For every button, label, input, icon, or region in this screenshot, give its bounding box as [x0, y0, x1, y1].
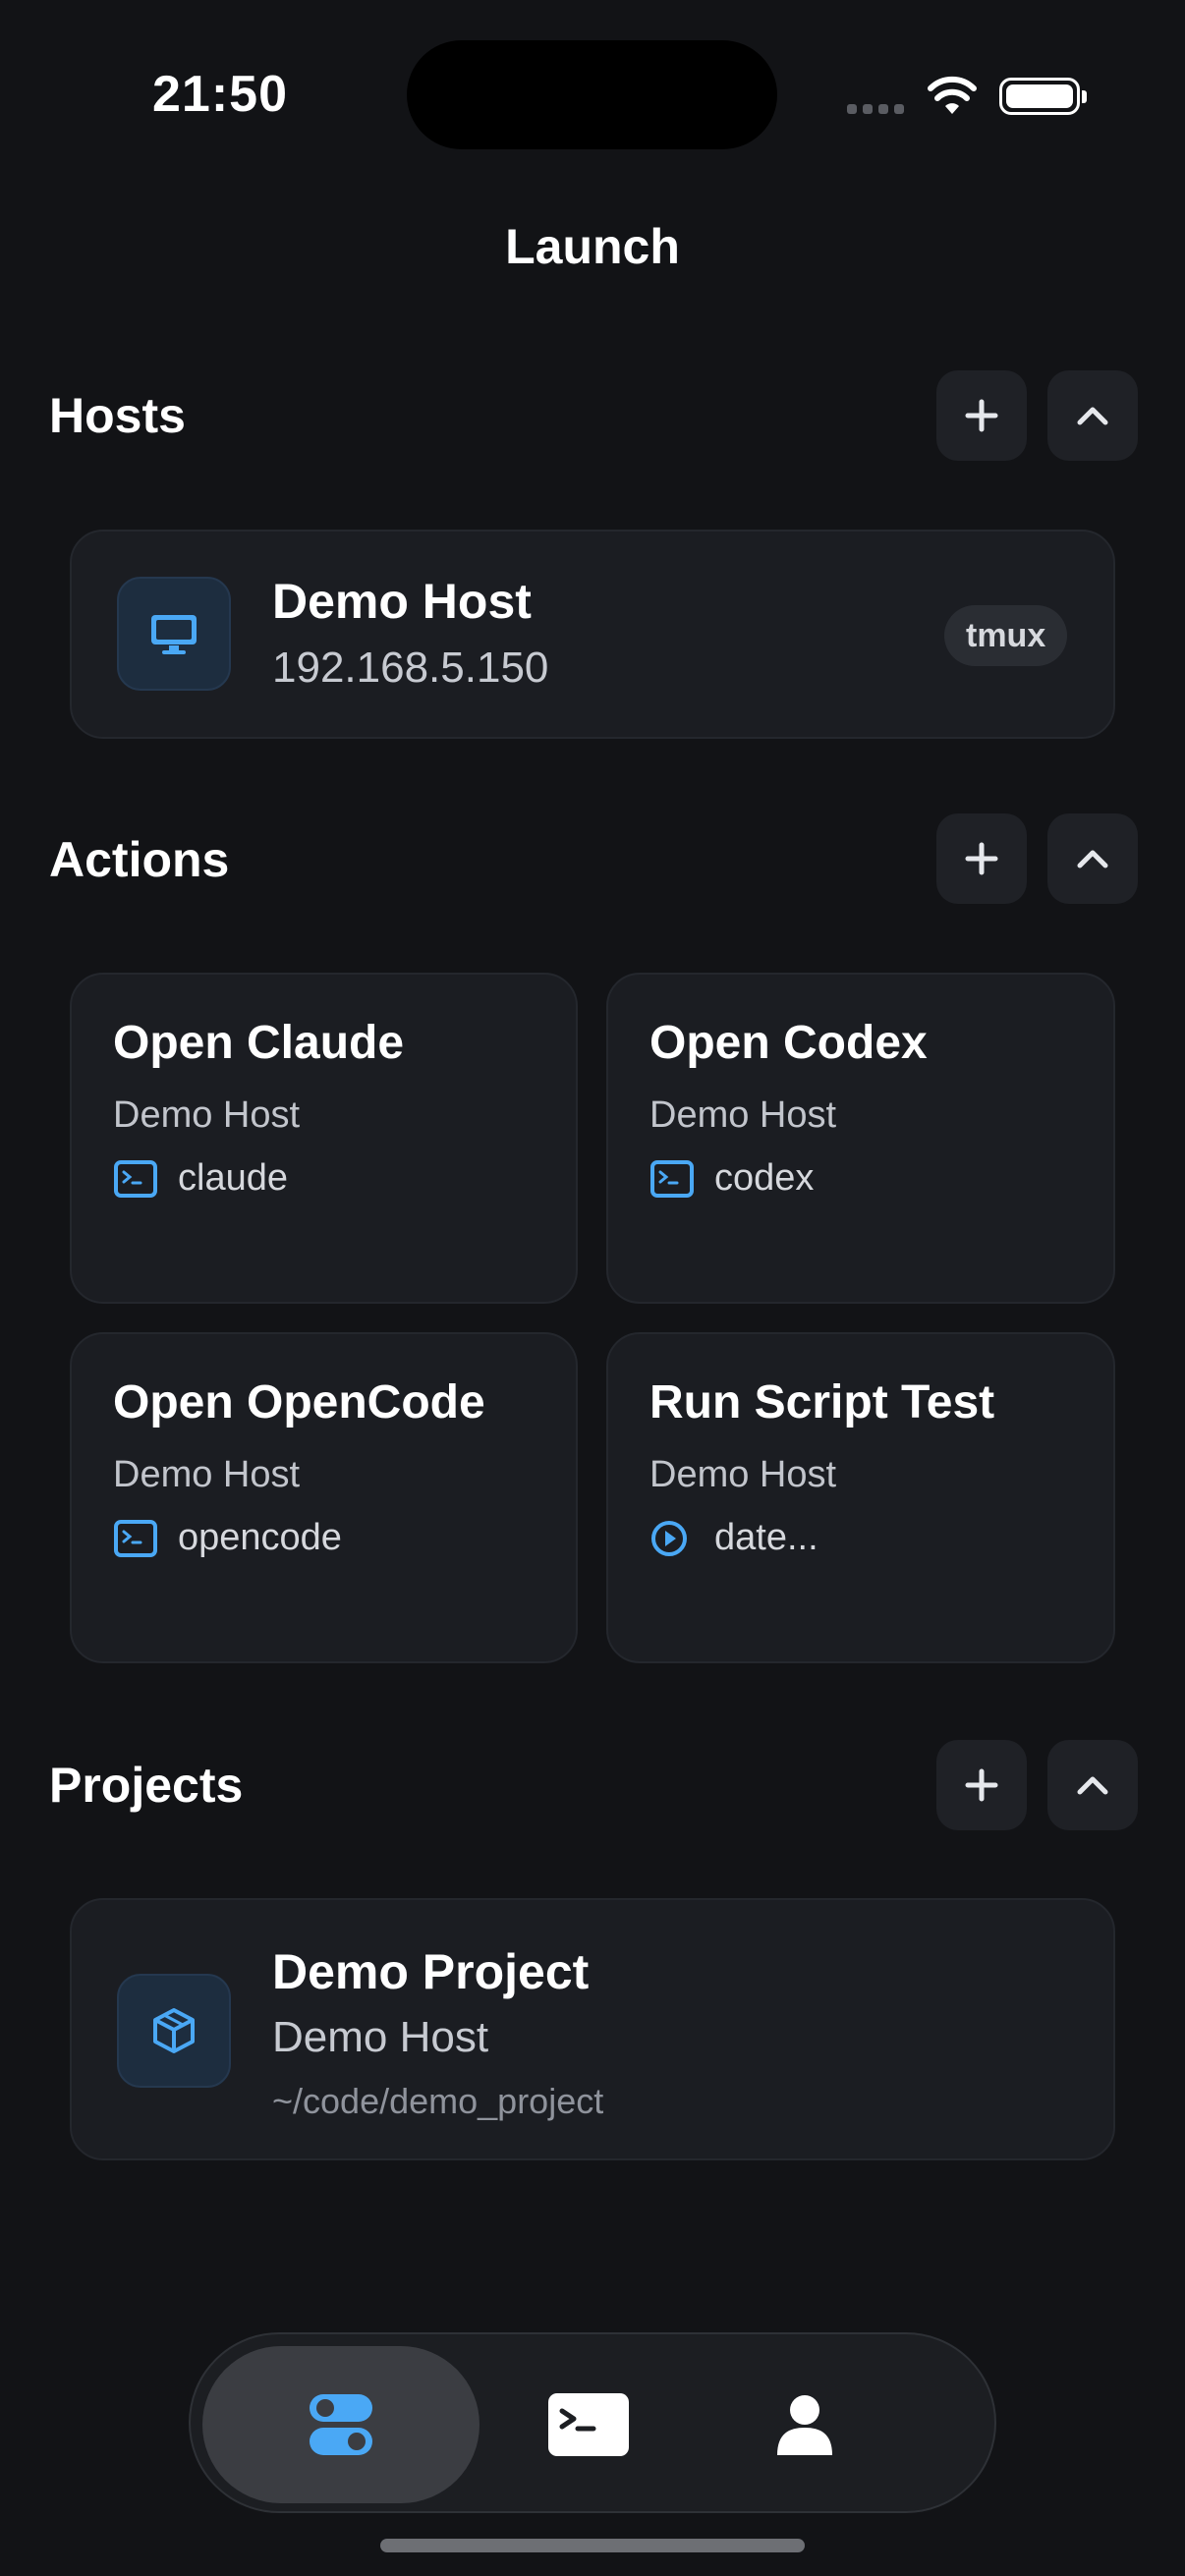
plus-icon — [965, 399, 998, 432]
wifi-icon — [928, 76, 977, 114]
cellular-signal-icon — [847, 104, 904, 114]
action-card-run-script-test[interactable]: Run Script Test Demo Host date... — [606, 1332, 1115, 1663]
collapse-hosts-button[interactable] — [1047, 370, 1138, 461]
plus-icon — [965, 842, 998, 875]
plus-icon — [965, 1768, 998, 1802]
terminal-icon — [650, 1159, 694, 1198]
chevron-up-icon — [1077, 407, 1108, 425]
action-title: Open Claude — [113, 1017, 405, 1069]
play-circle-icon — [651, 1520, 687, 1556]
action-command: date... — [649, 1517, 818, 1559]
section-title-actions: Actions — [49, 832, 230, 887]
page-title: Launch — [505, 219, 680, 274]
collapse-projects-button[interactable] — [1047, 1740, 1138, 1830]
action-card-open-codex[interactable]: Open Codex Demo Host codex — [606, 973, 1115, 1304]
action-command: opencode — [113, 1517, 342, 1559]
terminal-icon — [114, 1519, 157, 1557]
action-host: Demo Host — [113, 1454, 301, 1495]
host-icon-tile — [117, 577, 231, 691]
project-path: ~/code/demo_project — [272, 2081, 604, 2121]
collapse-actions-button[interactable] — [1047, 813, 1138, 904]
action-host: Demo Host — [649, 1094, 837, 1136]
add-action-button[interactable] — [936, 813, 1027, 904]
status-time: 21:50 — [152, 66, 288, 123]
battery-icon — [999, 78, 1087, 115]
section-title-projects: Projects — [49, 1758, 244, 1813]
action-command-text: opencode — [178, 1517, 342, 1558]
action-title: Open OpenCode — [113, 1376, 485, 1428]
person-icon — [777, 2395, 832, 2455]
add-project-button[interactable] — [936, 1740, 1027, 1830]
action-command-text: date... — [714, 1517, 818, 1558]
launch-screen: 21:50 Launch Hosts Demo Host 192.168.5.1… — [0, 0, 1185, 2576]
action-host: Demo Host — [113, 1094, 301, 1136]
tab-launch[interactable] — [202, 2346, 480, 2503]
action-title: Open Codex — [649, 1017, 928, 1069]
tab-bar — [189, 2332, 996, 2513]
add-host-button[interactable] — [936, 370, 1027, 461]
project-host: Demo Host — [272, 2013, 489, 2061]
project-card[interactable]: Demo Project Demo Host ~/code/demo_proje… — [70, 1898, 1115, 2160]
action-host: Demo Host — [649, 1454, 837, 1495]
action-command: claude — [113, 1157, 288, 1200]
cube-icon — [153, 2008, 195, 2053]
chevron-up-icon — [1077, 1776, 1108, 1795]
action-card-open-claude[interactable]: Open Claude Demo Host claude — [70, 973, 578, 1304]
host-name: Demo Host — [272, 574, 532, 629]
project-icon-tile — [117, 1974, 231, 2088]
toggles-icon — [310, 2394, 372, 2455]
action-command-text: codex — [714, 1157, 815, 1199]
tab-terminal[interactable] — [505, 2346, 672, 2503]
home-indicator — [380, 2539, 805, 2552]
action-command-text: claude — [178, 1157, 288, 1199]
tab-profile[interactable] — [702, 2346, 908, 2503]
host-card[interactable]: Demo Host 192.168.5.150 tmux — [70, 530, 1115, 739]
dynamic-island — [407, 40, 777, 149]
chevron-up-icon — [1077, 850, 1108, 868]
host-address: 192.168.5.150 — [272, 644, 549, 692]
action-command: codex — [649, 1157, 814, 1200]
action-card-open-opencode[interactable]: Open OpenCode Demo Host opencode — [70, 1332, 578, 1663]
terminal-icon — [114, 1159, 157, 1198]
terminal-icon — [548, 2393, 629, 2456]
project-name: Demo Project — [272, 1944, 590, 1999]
section-title-hosts: Hosts — [49, 388, 186, 443]
status-badge: tmux — [944, 605, 1068, 666]
monitor-icon — [151, 615, 197, 654]
action-title: Run Script Test — [649, 1376, 995, 1428]
